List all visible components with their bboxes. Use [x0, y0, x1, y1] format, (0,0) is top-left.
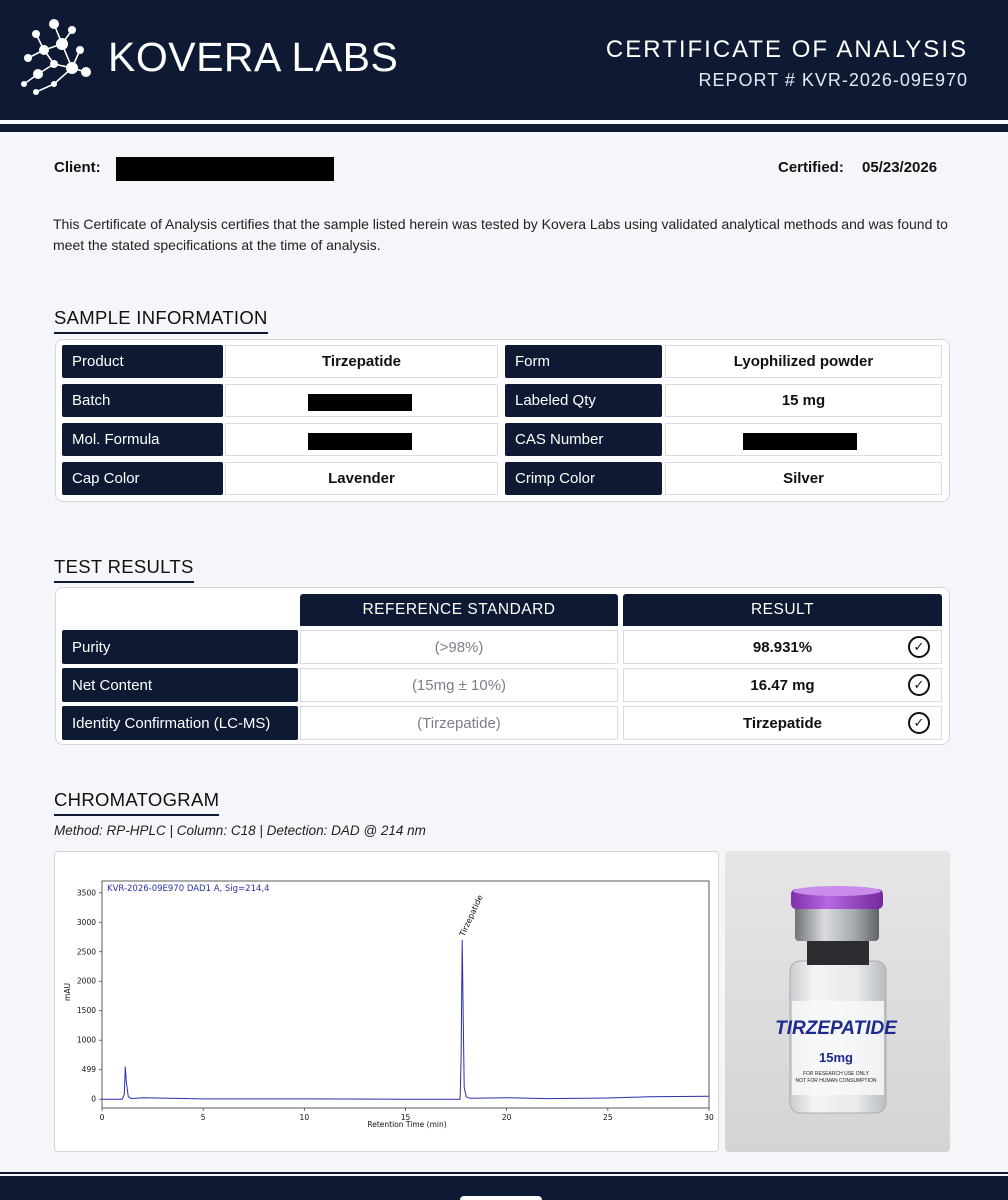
test-label: Identity Confirmation (LC-MS)	[62, 706, 298, 740]
x-tick-label: 25	[603, 1113, 613, 1122]
y-tick-label: 3000	[77, 918, 96, 927]
result-value: 98.931%	[623, 630, 942, 664]
peak-label: Tirzepatide	[457, 893, 484, 938]
chromatogram-panel: 0 5 10 15 20 25 30 0 499 1000 1500 2000 2500 3000 3500…	[54, 851, 719, 1152]
sample-value: Lavender	[225, 462, 498, 495]
y-tick-label: 0	[91, 1095, 96, 1104]
reference-value: (>98%)	[300, 630, 618, 664]
product-vial-photo: TIRZEPATIDE 15mg FOR RESEARCH USE ONLY N…	[725, 851, 950, 1152]
reference-value: (Tirzepatide)	[300, 706, 618, 740]
result-value-text: 98.931%	[752, 638, 813, 656]
footer-rule	[0, 1172, 1008, 1174]
x-tick-label: 0	[100, 1113, 105, 1122]
y-tick-label: 2500	[77, 947, 96, 956]
report-header: KOVERA LABS CERTIFICATE OF ANALYSIS REPO…	[0, 0, 1008, 120]
x-axis-label: Retention Time (min)	[367, 1120, 446, 1129]
pass-check-icon: ✓	[908, 712, 930, 734]
certified-label: Certified:	[778, 159, 844, 176]
brand-name: KOVERA LABS	[108, 34, 399, 80]
vial-label-name: TIRZEPATIDE	[775, 1018, 898, 1039]
chromatogram-method: Method: RP-HPLC | Column: C18 | Detectio…	[54, 823, 426, 838]
sample-value-text: 15 mg	[781, 392, 826, 409]
sample-label: Crimp Color	[505, 462, 662, 495]
redaction-bar	[743, 433, 857, 450]
sample-label: CAS Number	[505, 423, 662, 456]
result-header: RESULT	[623, 594, 942, 626]
result-value-text: 16.47 mg	[750, 676, 815, 694]
y-tick-label: 499	[82, 1065, 97, 1074]
footer-tab	[460, 1196, 542, 1200]
test-label: Net Content	[62, 668, 298, 702]
sample-value: Tirzepatide	[225, 345, 498, 378]
y-tick-label: 1000	[77, 1036, 96, 1045]
chromatogram-title: CHROMATOGRAM	[54, 789, 220, 816]
x-tick-label: 10	[300, 1113, 310, 1122]
redaction-bar	[308, 394, 412, 411]
x-tick-label: 30	[704, 1113, 714, 1122]
y-tick-label: 2000	[77, 977, 96, 986]
y-axis-label: mAU	[63, 983, 72, 1001]
reference-value: (15mg ± 10%)	[300, 668, 618, 702]
client-label: Client:	[54, 159, 101, 176]
sample-value: 15 mg	[665, 384, 942, 417]
sample-value: Lyophilized powder	[665, 345, 942, 378]
sample-value-text: Lyophilized powder	[733, 353, 874, 370]
chromatogram-trace	[102, 939, 710, 1100]
plot-frame	[101, 880, 710, 1109]
sample-label: Product	[62, 345, 223, 378]
sample-value: Silver	[665, 462, 942, 495]
sample-information-title: SAMPLE INFORMATION	[54, 307, 268, 334]
reference-value-text: (>98%)	[434, 638, 484, 656]
test-results-title: TEST RESULTS	[54, 556, 194, 583]
vial-illustration: TIRZEPATIDE 15mg FOR RESEARCH USE ONLY N…	[775, 886, 898, 1114]
y-tick-label: 3500	[77, 888, 96, 897]
pass-check-icon: ✓	[908, 636, 930, 658]
result-value: Tirzepatide	[623, 706, 942, 740]
vial-label-note-2: NOT FOR HUMAN CONSUMPTION	[795, 1078, 876, 1084]
client-redaction	[116, 157, 334, 181]
kovera-logo-icon	[21, 19, 91, 95]
y-tick-label: 1500	[77, 1006, 96, 1015]
chromatogram-chart: 0 5 10 15 20 25 300499100015002000250030003500…	[63, 880, 714, 1129]
x-tick-label: 5	[201, 1113, 206, 1122]
intro-paragraph: This Certificate of Analysis certifies t…	[53, 216, 948, 253]
sample-value-text: Silver	[783, 470, 824, 487]
x-tick-label: 20	[502, 1113, 512, 1122]
sample-label: Form	[505, 345, 662, 378]
sample-value-text: Lavender	[328, 470, 395, 487]
pass-check-icon: ✓	[908, 674, 930, 696]
sample-value-text: Tirzepatide	[322, 353, 401, 370]
result-value-text: Tirzepatide	[743, 714, 822, 732]
vial-label-note-1: FOR RESEARCH USE ONLY	[803, 1071, 870, 1077]
sample-label: Labeled Qty	[505, 384, 662, 417]
vial-label-dose: 15mg	[819, 1050, 853, 1065]
reference-value-text: (Tirzepatide)	[417, 714, 501, 732]
certified-date: 05/23/2026	[862, 159, 938, 176]
sample-label: Batch	[62, 384, 223, 417]
reference-standard-header: REFERENCE STANDARD	[300, 594, 618, 626]
header-rule	[0, 124, 1008, 132]
reference-value-text: (15mg ± 10%)	[411, 676, 507, 694]
test-label: Purity	[62, 630, 298, 664]
report-number: REPORT # KVR-2026-09E970	[698, 70, 968, 90]
sample-label: Cap Color	[62, 462, 223, 495]
document-title: CERTIFICATE OF ANALYSIS	[605, 36, 968, 63]
result-value: 16.47 mg	[623, 668, 942, 702]
sample-label: Mol. Formula	[62, 423, 223, 456]
redaction-bar	[308, 433, 412, 450]
chart-title: KVR-2026-09E970 DAD1 A, Sig=214,4	[107, 884, 270, 894]
